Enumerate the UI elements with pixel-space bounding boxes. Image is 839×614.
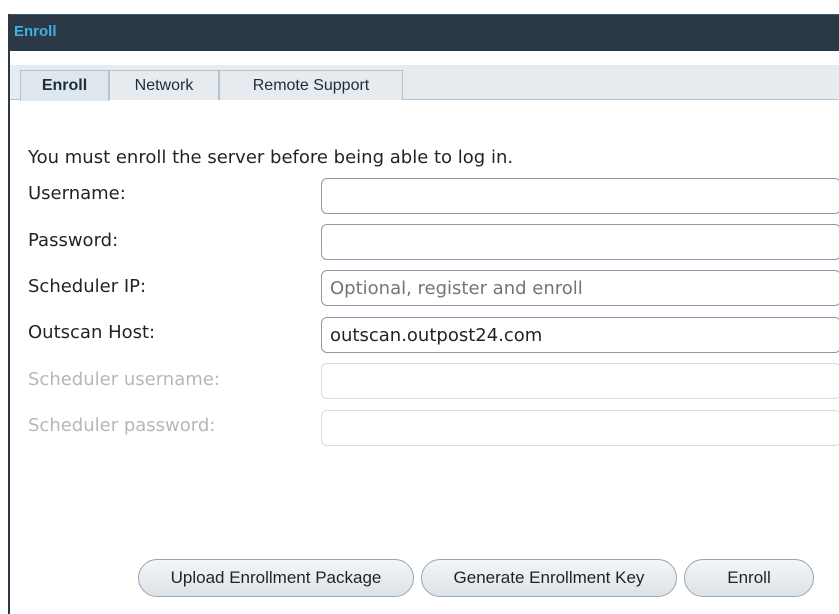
enroll-form: You must enroll the server before being … — [10, 101, 839, 614]
outscan-host-label: Outscan Host: — [28, 322, 156, 343]
enroll-window: Enroll Enroll Network Remote Support You… — [8, 14, 839, 614]
scheduler-password-field[interactable] — [321, 410, 839, 446]
window-title: Enroll — [14, 23, 57, 40]
intro-text: You must enroll the server before being … — [28, 147, 514, 168]
scheduler-password-label: Scheduler password: — [28, 415, 216, 436]
window-titlebar[interactable]: Enroll — [10, 14, 839, 51]
enroll-button[interactable]: Enroll — [684, 559, 814, 597]
tab-network[interactable]: Network — [109, 70, 219, 100]
scheduler-username-field[interactable] — [321, 363, 839, 399]
password-label: Password: — [28, 230, 119, 251]
scheduler-ip-field[interactable] — [321, 270, 839, 306]
tab-enroll[interactable]: Enroll — [20, 70, 109, 101]
outscan-host-field[interactable] — [321, 317, 839, 353]
tab-remote-support[interactable]: Remote Support — [219, 70, 403, 100]
upload-enrollment-package-button[interactable]: Upload Enrollment Package — [138, 559, 414, 597]
scheduler-ip-label: Scheduler IP: — [28, 276, 147, 297]
username-field[interactable] — [321, 178, 839, 214]
generate-enrollment-key-button[interactable]: Generate Enrollment Key — [421, 559, 677, 597]
scheduler-username-label: Scheduler username: — [28, 369, 220, 390]
username-label: Username: — [28, 183, 126, 204]
password-field[interactable] — [321, 224, 839, 260]
